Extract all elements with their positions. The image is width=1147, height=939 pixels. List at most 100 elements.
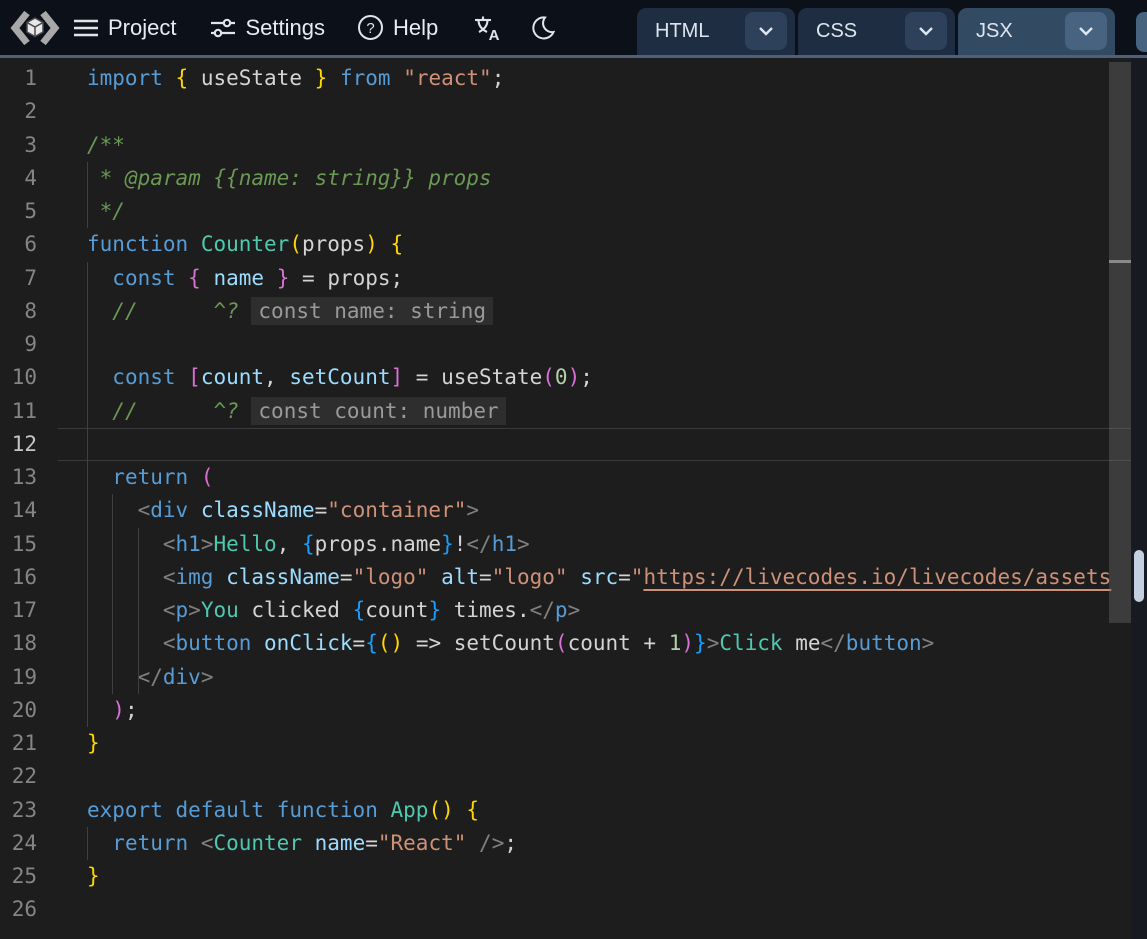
help-menu-label[interactable]: Help [393,15,438,41]
tab-css[interactable]: CSS [798,8,955,55]
code-line[interactable]: 12 [0,428,1131,461]
code-line[interactable]: 11 // ^? const count: number [0,395,1131,428]
line-number: 2 [0,95,37,128]
indent-guide [87,561,88,594]
indent-guide [138,627,139,660]
tab-css-dropdown-button[interactable] [905,12,947,50]
tab-jsx[interactable]: JSX [958,8,1115,55]
line-number: 18 [0,627,37,660]
code-area[interactable]: 1import { useState } from "react";23/**4… [0,58,1131,927]
code-line[interactable]: 14 <div className="container"> [0,494,1131,527]
translate-icon: A [472,14,502,42]
settings-menu-label: Settings [245,15,325,41]
indent-guide [87,361,88,394]
code-text: return <Counter name="React" />; [87,827,517,860]
code-line[interactable]: 22 [0,760,1131,793]
clipped-dropdown-button[interactable] [1136,12,1147,52]
code-line[interactable]: 24 return <Counter name="React" />; [0,827,1131,860]
code-text: return ( [87,461,213,494]
code-line[interactable]: 20 ); [0,694,1131,727]
language-button[interactable]: A [472,14,502,42]
toolbar: Project Settings ? Help A [0,0,1147,58]
tab-jsx-dropdown-button[interactable] [1065,12,1107,50]
project-menu-button[interactable]: Project [73,15,176,41]
indent-guide [138,594,139,627]
overview-ruler-cursor-mark [1109,260,1131,263]
code-line[interactable]: 13 return ( [0,461,1131,494]
code-line[interactable]: 23export default function App() { [0,794,1131,827]
line-number: 9 [0,328,37,361]
code-line[interactable]: 7 const { name } = props; [0,262,1131,295]
code-line[interactable]: 1import { useState } from "react"; [0,62,1131,95]
line-number: 26 [0,893,37,926]
code-line[interactable]: 8 // ^? const name: string [0,295,1131,328]
chevron-down-icon [758,26,774,36]
code-line[interactable]: 25} [0,860,1131,893]
current-line-highlight [58,428,1131,461]
code-text: // ^? const name: string [87,295,493,328]
tab-html-dropdown-button[interactable] [745,12,787,50]
indent-guide [138,561,139,594]
code-line[interactable]: 26 [0,893,1131,926]
code-text: function Counter(props) { [87,228,403,261]
code-line[interactable]: 17 <p>You clicked {count} times.</p> [0,594,1131,627]
chevron-down-icon [918,26,934,36]
type-hint: const name: string [251,297,493,325]
code-line[interactable]: 2 [0,95,1131,128]
help-menu-button[interactable]: ? [357,14,384,41]
code-text: <button onClick={() => setCount(count + … [87,627,934,660]
indent-guide [87,395,88,428]
indent-guide [87,195,88,228]
code-text: // ^? const count: number [87,395,506,428]
code-text: <div className="container"> [87,494,479,527]
code-line[interactable]: 16 <img className="logo" alt="logo" src=… [0,561,1131,594]
indent-guide [112,561,113,594]
code-line[interactable]: 10 const [count, setCount] = useState(0)… [0,361,1131,394]
indent-guide [87,694,88,727]
line-number: 5 [0,195,37,228]
indent-guide [112,661,113,694]
code-line[interactable]: 9 [0,328,1131,361]
indent-guide [87,428,88,461]
code-line[interactable]: 4 * @param {{name: string}} props [0,162,1131,195]
indent-guide [87,594,88,627]
line-number: 17 [0,594,37,627]
theme-toggle-button[interactable] [530,15,556,41]
svg-text:A: A [489,27,500,42]
cube-icon [27,18,43,37]
code-text: <img className="logo" alt="logo" src="ht… [87,561,1111,594]
tab-html[interactable]: HTML [637,8,795,55]
code-line[interactable]: 19 </div> [0,661,1131,694]
livecodes-logo[interactable] [8,5,62,51]
line-number: 8 [0,295,37,328]
indent-guide [87,661,88,694]
sliders-icon [210,16,236,40]
code-line[interactable]: 3/** [0,129,1131,162]
moon-icon [530,15,556,41]
code-text: } [87,727,100,760]
code-text: import { useState } from "react"; [87,62,504,95]
code-line[interactable]: 18 <button onClick={() => setCount(count… [0,627,1131,660]
page-scrollbar-thumb[interactable] [1134,550,1144,602]
line-number: 6 [0,228,37,261]
code-line[interactable]: 21} [0,727,1131,760]
code-text: </div> [87,661,213,694]
line-number: 7 [0,262,37,295]
code-text: } [87,860,100,893]
help-circle-icon: ? [357,14,384,41]
line-number: 14 [0,494,37,527]
line-number: 12 [0,428,37,461]
project-menu-label: Project [108,15,176,41]
editor-scrollbar-thumb[interactable] [1109,62,1131,623]
code-text: * @param {{name: string}} props [87,162,492,195]
code-text: <h1>Hello, {props.name}!</h1> [87,528,530,561]
settings-menu-button[interactable]: Settings [210,15,325,41]
code-line[interactable]: 15 <h1>Hello, {props.name}!</h1> [0,528,1131,561]
code-line[interactable]: 5 */ [0,195,1131,228]
line-number: 3 [0,129,37,162]
code-line[interactable]: 6 function Counter(props) { [0,228,1131,261]
code-editor[interactable]: 1import { useState } from "react";23/**4… [0,58,1131,939]
line-number: 4 [0,162,37,195]
line-number: 21 [0,727,37,760]
indent-guide [112,594,113,627]
